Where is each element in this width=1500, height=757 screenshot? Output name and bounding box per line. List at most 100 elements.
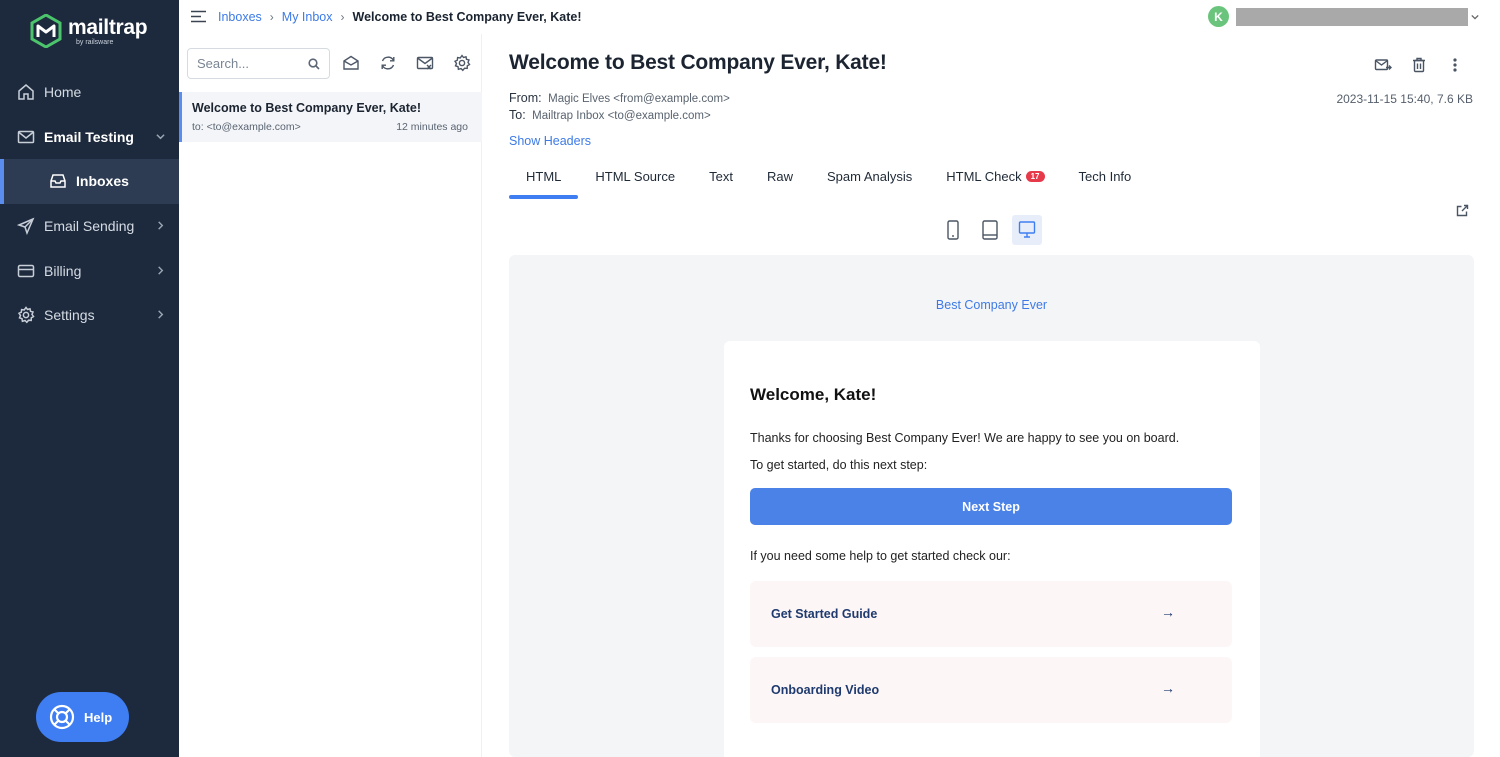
breadcrumb-current: Welcome to Best Company Ever, Kate! — [352, 10, 582, 24]
mark-read-icon[interactable] — [342, 54, 360, 72]
to-line: To: Mailtrap Inbox <to@example.com> — [509, 108, 711, 122]
gear-icon — [17, 306, 35, 324]
sidebar-item-billing[interactable]: Billing — [0, 248, 179, 293]
show-headers-link[interactable]: Show Headers — [509, 134, 591, 148]
tab-label: Spam Analysis — [826, 169, 913, 184]
sidebar-item-inboxes[interactable]: Inboxes — [0, 159, 179, 204]
to-label: To: — [509, 108, 526, 122]
link-label: Get Started Guide — [771, 607, 878, 621]
sidebar-nav: Home Email Testing Inboxes Email Sending… — [0, 70, 179, 338]
mobile-view-button[interactable] — [938, 215, 968, 245]
mailtrap-logo[interactable]: mailtrap by railsware — [30, 14, 148, 48]
help-button[interactable]: Help — [36, 692, 129, 742]
email-paragraph: Thanks for choosing Best Company Ever! W… — [750, 431, 1180, 445]
chevron-right-icon — [158, 310, 164, 319]
arrow-right-icon: → — [1161, 604, 1175, 620]
tablet-view-button[interactable] — [975, 215, 1005, 245]
logo-subtitle: by railsware — [76, 38, 114, 46]
paper-plane-icon — [17, 217, 35, 236]
chevron-down-icon — [156, 134, 165, 140]
desktop-view-button[interactable] — [1012, 215, 1042, 245]
message-time: 12 minutes ago — [396, 121, 468, 133]
tablet-icon — [982, 220, 998, 240]
search-input[interactable] — [188, 49, 300, 78]
arrow-right-icon: → — [1161, 680, 1175, 696]
next-step-button[interactable]: Next Step — [750, 488, 1232, 525]
tab-raw[interactable]: Raw — [750, 159, 810, 199]
desktop-icon — [1018, 221, 1036, 238]
help-label: Help — [84, 709, 113, 725]
tab-text[interactable]: Text — [692, 159, 750, 199]
clear-inbox-icon[interactable] — [416, 54, 434, 72]
gear-icon[interactable] — [453, 54, 471, 72]
sidebar-item-label: Billing — [44, 262, 82, 279]
message-title: Welcome to Best Company Ever, Kate! — [509, 51, 887, 74]
chevron-down-icon[interactable] — [1471, 13, 1479, 21]
sidebar-item-label: Settings — [44, 307, 95, 324]
search-icon[interactable] — [308, 58, 320, 70]
forward-email-icon[interactable] — [1374, 56, 1392, 74]
logo-name: mailtrap — [68, 15, 148, 39]
message-view: Welcome to Best Company Ever, Kate! From… — [483, 34, 1500, 757]
lifebuoy-icon — [49, 704, 75, 730]
device-preview-toggle — [938, 215, 1049, 245]
tab-tech-info[interactable]: Tech Info — [1062, 159, 1149, 199]
email-paragraph: To get started, do this next step: — [750, 458, 928, 472]
tab-label: Tech Info — [1078, 169, 1132, 184]
tab-label: Raw — [766, 169, 793, 184]
mailtrap-logo-icon — [30, 14, 62, 48]
email-heading: Welcome, Kate! — [750, 385, 877, 404]
breadcrumb-my-inbox[interactable]: My Inbox — [282, 10, 333, 24]
list-item[interactable]: Welcome to Best Company Ever, Kate! to: … — [179, 92, 482, 142]
chevron-right-icon — [158, 266, 164, 275]
tab-spam-analysis[interactable]: Spam Analysis — [810, 159, 929, 199]
sidebar-item-label: Email Sending — [44, 218, 135, 235]
breadcrumb-separator: › — [269, 10, 274, 24]
search-box — [187, 48, 330, 79]
html-check-badge: 17 — [1025, 171, 1045, 182]
to-value: Mailtrap Inbox <to@example.com> — [532, 110, 711, 122]
tab-html-check[interactable]: HTML Check 17 — [929, 159, 1061, 199]
tab-html-source[interactable]: HTML Source — [578, 159, 692, 199]
email-paragraph: If you need some help to get started che… — [750, 549, 1011, 563]
message-tabs: HTML HTML Source Text Raw Spam Analysis … — [509, 159, 1148, 199]
mobile-icon — [947, 220, 959, 240]
more-vertical-icon[interactable] — [1446, 56, 1464, 74]
external-link-icon[interactable] — [1456, 204, 1469, 217]
message-recipient: to: <to@example.com> — [192, 121, 301, 133]
breadcrumb-separator: › — [340, 10, 345, 24]
topbar: Inboxes › My Inbox › Welcome to Best Com… — [179, 0, 1500, 34]
tab-label: HTML Source — [595, 169, 676, 184]
from-line: From: Magic Elves <from@example.com> — [509, 91, 730, 105]
email-card: Welcome, Kate! Thanks for choosing Best … — [724, 341, 1260, 757]
tab-html[interactable]: HTML — [509, 159, 579, 199]
message-list-pane: Welcome to Best Company Ever, Kate! to: … — [179, 34, 482, 757]
email-preview: Best Company Ever Welcome, Kate! Thanks … — [509, 255, 1474, 757]
sidebar-item-settings[interactable]: Settings — [0, 293, 179, 338]
hamburger-menu-icon[interactable] — [191, 10, 206, 23]
message-subject: Welcome to Best Company Ever, Kate! — [192, 101, 422, 115]
onboarding-video-link[interactable]: Onboarding Video → — [750, 657, 1232, 723]
sidebar-item-email-sending[interactable]: Email Sending — [0, 204, 179, 249]
tab-label: HTML — [526, 169, 562, 184]
sidebar: mailtrap by railsware Home Email Testing… — [0, 0, 179, 757]
tab-label: HTML Check — [946, 169, 1022, 184]
sidebar-item-home[interactable]: Home — [0, 70, 179, 115]
sidebar-item-label: Inboxes — [76, 173, 129, 190]
sidebar-item-label: Home — [44, 84, 82, 101]
user-name-redacted[interactable] — [1236, 8, 1468, 26]
message-date-size: 2023-11-15 15:40, 7.6 KB — [1336, 92, 1473, 106]
sidebar-item-email-testing[interactable]: Email Testing — [0, 115, 179, 160]
breadcrumb-inboxes[interactable]: Inboxes — [218, 10, 262, 24]
refresh-icon[interactable] — [379, 54, 397, 72]
trash-icon[interactable] — [1410, 56, 1428, 74]
credit-card-icon — [17, 264, 35, 277]
link-label: Onboarding Video — [771, 683, 880, 697]
chevron-right-icon — [158, 221, 164, 230]
avatar[interactable]: K — [1208, 6, 1229, 27]
envelope-check-icon — [17, 130, 35, 144]
get-started-guide-link[interactable]: Get Started Guide → — [750, 581, 1232, 647]
email-brand: Best Company Ever — [935, 298, 1048, 312]
from-label: From: — [509, 91, 542, 105]
inbox-icon — [50, 174, 66, 189]
